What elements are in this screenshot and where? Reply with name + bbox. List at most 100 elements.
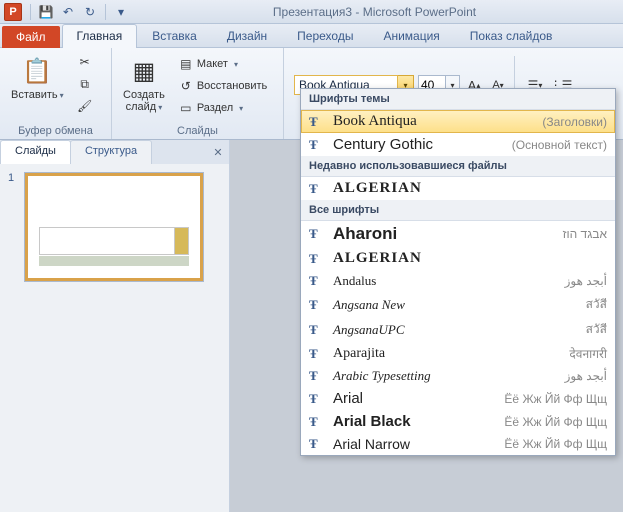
font-item-sample: אבגד הוז bbox=[563, 227, 607, 241]
font-item-name: Century Gothic bbox=[333, 136, 504, 153]
truetype-icon: Ŧ bbox=[309, 137, 325, 153]
group-clipboard: 📋 Вставить ✂ ⧉ 🖌 Буфер обмена bbox=[0, 48, 112, 139]
section-button[interactable]: ▭Раздел bbox=[174, 98, 272, 118]
font-dropdown-header: Шрифты темы bbox=[301, 89, 615, 110]
font-dropdown-item[interactable]: Ŧ Book Antiqua (Заголовки) bbox=[301, 110, 615, 133]
font-dropdown-item[interactable]: Ŧ ALGERIAN bbox=[301, 177, 615, 200]
font-dropdown-item[interactable]: Ŧ Aparajita देवनागरी bbox=[301, 342, 615, 365]
paste-button[interactable]: 📋 Вставить bbox=[6, 52, 69, 105]
font-dropdown-header: Недавно использовавшиеся файлы bbox=[301, 156, 615, 177]
reset-button[interactable]: ↺ Восстановить bbox=[174, 76, 272, 96]
brush-icon: 🖌 bbox=[78, 99, 92, 113]
title-bar: P 💾 ↶ ↻ ▾ Презентация3 - Microsoft Power… bbox=[0, 0, 623, 24]
font-item-sample: Ёё Жж Йй Фф Щщ bbox=[504, 392, 607, 406]
font-item-sample: देवनागरी bbox=[569, 345, 607, 362]
font-item-name: Andalus bbox=[333, 273, 557, 289]
font-dropdown-item[interactable]: Ŧ Andalus أبجد هوز bbox=[301, 270, 615, 292]
truetype-icon: Ŧ bbox=[309, 414, 325, 430]
group-slides: ▦ Создать слайд ▤ Макет ↺ Восстановить ▭Ра… bbox=[112, 48, 284, 139]
font-dropdown-item[interactable]: Ŧ Century Gothic (Основной текст) bbox=[301, 133, 615, 156]
reset-label: Восстановить bbox=[197, 80, 267, 92]
slide-thumbnail[interactable] bbox=[24, 172, 204, 282]
font-item-sample: أبجد هوز bbox=[565, 274, 607, 288]
font-item-sample: สวัสี bbox=[586, 295, 607, 314]
cut-button[interactable]: ✂ bbox=[73, 52, 97, 72]
truetype-icon: Ŧ bbox=[309, 436, 325, 452]
window-title: Презентация3 - Microsoft PowerPoint bbox=[130, 5, 619, 19]
truetype-icon: Ŧ bbox=[309, 391, 325, 407]
font-item-name: AngsanaUPC bbox=[333, 322, 578, 338]
new-slide-button[interactable]: ▦ Создать слайд bbox=[118, 52, 170, 117]
thumb-placeholder bbox=[39, 256, 189, 266]
font-dropdown-header: Все шрифты bbox=[301, 200, 615, 221]
save-icon[interactable]: 💾 bbox=[37, 3, 55, 21]
chevron-down-icon bbox=[58, 89, 64, 101]
tab-design[interactable]: Дизайн bbox=[212, 24, 282, 47]
tab-file[interactable]: Файл bbox=[2, 26, 60, 48]
new-slide-icon: ▦ bbox=[128, 55, 160, 87]
redo-icon[interactable]: ↻ bbox=[81, 3, 99, 21]
font-item-name: Book Antiqua bbox=[333, 113, 534, 130]
font-item-sample: (Основной текст) bbox=[512, 138, 607, 152]
copy-button[interactable]: ⧉ bbox=[73, 74, 97, 94]
font-item-name: ALGERIAN bbox=[333, 180, 599, 197]
pane-tab-outline[interactable]: Структура bbox=[70, 140, 152, 164]
truetype-icon: Ŧ bbox=[309, 251, 325, 267]
app-icon: P bbox=[4, 3, 22, 21]
section-label: Раздел bbox=[197, 102, 233, 114]
font-item-sample: أبجد هوز bbox=[565, 369, 607, 383]
group-clipboard-label: Буфер обмена bbox=[6, 123, 105, 137]
qat-separator bbox=[105, 4, 106, 20]
font-dropdown-panel: Шрифты темы Ŧ Book Antiqua (Заголовки) Ŧ Cent… bbox=[300, 88, 616, 456]
paste-icon: 📋 bbox=[21, 55, 53, 87]
font-item-name: Arial Narrow bbox=[333, 436, 496, 452]
ribbon-tabs: Файл Главная Вставка Дизайн Переходы Ани… bbox=[0, 24, 623, 48]
paste-label: Вставить bbox=[11, 89, 58, 101]
font-item-sample: Ёё Жж Йй Фф Щщ bbox=[504, 415, 607, 429]
qat-customize-icon[interactable]: ▾ bbox=[112, 3, 130, 21]
tab-home[interactable]: Главная bbox=[62, 24, 138, 48]
tab-animation[interactable]: Анимация bbox=[368, 24, 454, 47]
font-item-sample: Ёё Жж Йй Фф Щщ bbox=[504, 437, 607, 451]
undo-icon[interactable]: ↶ bbox=[59, 3, 77, 21]
truetype-icon: Ŧ bbox=[309, 181, 325, 197]
font-dropdown-item[interactable]: ŦAngsanaUPCสวัสี bbox=[301, 317, 615, 342]
font-item-name: Arial Black bbox=[333, 413, 496, 430]
layout-button[interactable]: ▤ Макет bbox=[174, 54, 272, 74]
layout-icon: ▤ bbox=[179, 57, 193, 71]
font-item-name: Aharoni bbox=[333, 224, 555, 244]
truetype-icon: Ŧ bbox=[309, 114, 325, 130]
font-item-sample: (Заголовки) bbox=[542, 115, 607, 129]
pane-tab-slides[interactable]: Слайды bbox=[0, 140, 71, 164]
font-dropdown-item[interactable]: ŦAharoniאבגד הוז bbox=[301, 221, 615, 247]
font-dropdown-item[interactable]: Ŧ Arial Black Ёё Жж Йй Фф Щщ bbox=[301, 410, 615, 433]
font-item-name: Aparajita bbox=[333, 346, 561, 362]
font-item-name: ALGERIAN bbox=[333, 250, 599, 267]
thumbnail-area: 1 bbox=[0, 164, 229, 512]
font-item-name: Arabic Typesetting bbox=[333, 368, 557, 384]
thumb-placeholder bbox=[39, 227, 189, 255]
font-item-name: Angsana New bbox=[333, 297, 578, 313]
tab-transitions[interactable]: Переходы bbox=[282, 24, 368, 47]
truetype-icon: Ŧ bbox=[309, 346, 325, 362]
group-slides-label: Слайды bbox=[118, 123, 277, 137]
reset-icon: ↺ bbox=[179, 79, 193, 93]
copy-icon: ⧉ bbox=[78, 77, 92, 91]
close-pane-button[interactable]: ✕ bbox=[207, 140, 229, 164]
font-dropdown-item[interactable]: ŦArialЁё Жж Йй Фф Щщ bbox=[301, 387, 615, 410]
qat-separator bbox=[30, 4, 31, 20]
format-painter-button[interactable]: 🖌 bbox=[73, 96, 97, 116]
layout-label: Макет bbox=[197, 58, 228, 70]
slides-panel: Слайды Структура ✕ 1 bbox=[0, 140, 230, 512]
font-dropdown-item[interactable]: Ŧ Arial Narrow Ёё Жж Йй Фф Щщ bbox=[301, 433, 615, 455]
chevron-down-icon bbox=[156, 101, 162, 113]
font-dropdown-item[interactable]: Ŧ ALGERIAN bbox=[301, 247, 615, 270]
slide-number: 1 bbox=[8, 172, 18, 282]
font-dropdown-item[interactable]: ŦArabic Typesettingأبجد هوز bbox=[301, 365, 615, 387]
tab-insert[interactable]: Вставка bbox=[137, 24, 212, 47]
truetype-icon: Ŧ bbox=[309, 322, 325, 338]
truetype-icon: Ŧ bbox=[309, 273, 325, 289]
tab-slideshow[interactable]: Показ слайдов bbox=[455, 24, 568, 47]
quick-access-toolbar: 💾 ↶ ↻ ▾ bbox=[28, 3, 130, 21]
font-dropdown-item[interactable]: ŦAngsana Newสวัสี bbox=[301, 292, 615, 317]
